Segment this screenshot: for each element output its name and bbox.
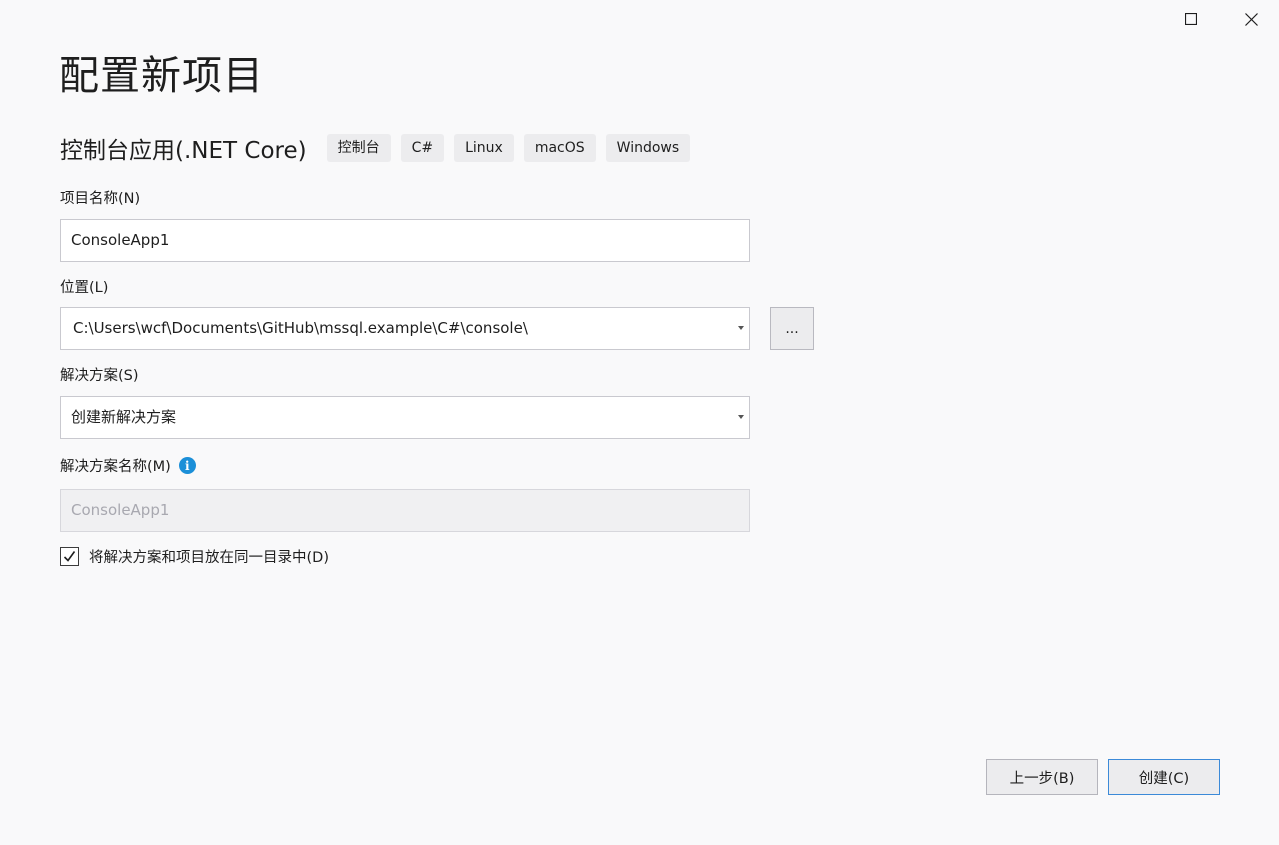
tag-linux: Linux	[454, 134, 514, 162]
solution-value: 创建新解决方案	[71, 408, 177, 426]
tag-csharp: C#	[400, 134, 445, 162]
browse-button[interactable]: ...	[770, 307, 814, 350]
maximize-icon	[1185, 13, 1197, 25]
location-label: 位置(L)	[60, 280, 109, 296]
close-button[interactable]	[1236, 4, 1266, 34]
solution-label: 解决方案(S)	[60, 368, 139, 384]
location-value: C:\Users\wcf\Documents\GitHub\mssql.exam…	[73, 319, 528, 337]
maximize-button[interactable]	[1176, 4, 1206, 34]
template-info: 控制台应用(.NET Core) 控制台 C# Linux macOS Wind…	[60, 130, 700, 166]
page-title: 配置新项目	[59, 53, 264, 99]
project-name-label: 项目名称(N)	[60, 191, 141, 207]
back-button[interactable]: 上一步(B)	[986, 759, 1098, 795]
solution-name-value: ConsoleApp1	[71, 501, 170, 519]
solution-dropdown[interactable]: 创建新解决方案	[60, 396, 750, 439]
location-combobox[interactable]: C:\Users\wcf\Documents\GitHub\mssql.exam…	[60, 307, 750, 350]
project-name-value: ConsoleApp1	[71, 231, 170, 249]
tag-windows: Windows	[605, 134, 691, 162]
same-directory-label: 将解决方案和项目放在同一目录中(D)	[89, 550, 329, 566]
template-name: 控制台应用(.NET Core)	[60, 138, 307, 164]
tag-macos: macOS	[523, 134, 596, 162]
solution-name-label-row: 解决方案名称(M) i	[60, 455, 196, 476]
solution-name-label: 解决方案名称(M)	[60, 459, 171, 475]
same-directory-option[interactable]: 将解决方案和项目放在同一目录中(D)	[60, 546, 329, 567]
solution-name-input: ConsoleApp1	[60, 489, 750, 532]
chevron-down-icon[interactable]	[738, 415, 744, 419]
info-icon[interactable]: i	[178, 457, 196, 474]
checkmark-icon	[63, 551, 76, 562]
same-directory-checkbox[interactable]	[60, 547, 79, 566]
create-button[interactable]: 创建(C)	[1108, 759, 1220, 795]
close-icon	[1244, 12, 1258, 26]
configure-project-window: 配置新项目 控制台应用(.NET Core) 控制台 C# Linux macO…	[0, 0, 1279, 845]
tag-console: 控制台	[326, 134, 391, 162]
project-name-input[interactable]: ConsoleApp1	[60, 219, 750, 262]
chevron-down-icon[interactable]	[738, 326, 744, 330]
